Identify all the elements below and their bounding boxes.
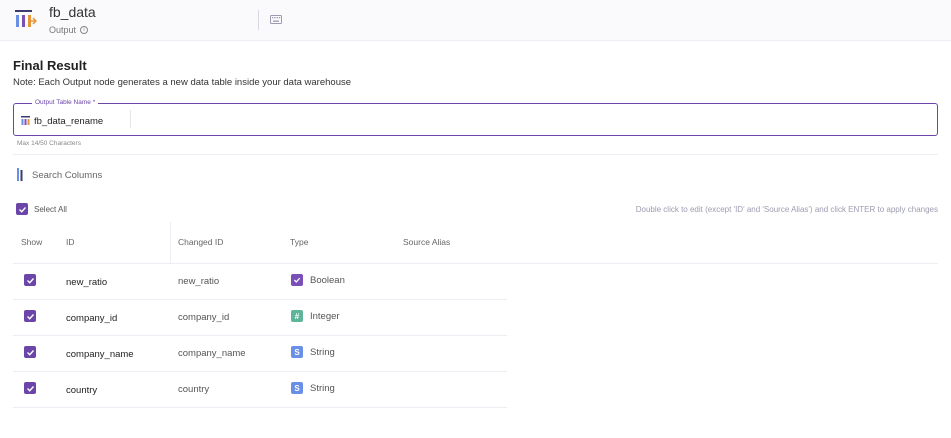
columns-icon <box>17 168 23 181</box>
integer-type-icon: # <box>291 310 303 322</box>
check-icon <box>26 385 34 392</box>
select-all-label: Select All <box>34 205 67 214</box>
output-node-icon <box>15 10 37 27</box>
column-header-changed-id: Changed ID <box>178 237 224 247</box>
cell-type[interactable]: String <box>310 383 335 394</box>
node-title[interactable]: fb_data <box>49 4 96 20</box>
column-header-type: Type <box>290 237 309 247</box>
table-row[interactable]: country country S String <box>13 372 507 408</box>
output-table-name-label: Output Table Name * <box>32 99 99 106</box>
node-type-text: Output <box>49 25 77 35</box>
cell-changed-id[interactable]: new_ratio <box>178 276 219 287</box>
character-count: Max 14/50 Characters <box>17 140 81 147</box>
cell-changed-id[interactable]: company_id <box>178 312 229 323</box>
select-all-checkbox[interactable] <box>16 203 28 215</box>
check-icon <box>26 349 34 356</box>
column-header-id: ID <box>66 237 75 247</box>
column-header-source-alias: Source Alias <box>403 237 451 247</box>
output-table-name-input[interactable] <box>34 114 124 128</box>
field-inner-divider <box>130 110 131 128</box>
cell-changed-id[interactable]: country <box>178 384 209 395</box>
keyboard-icon[interactable] <box>270 15 282 24</box>
check-icon <box>26 313 34 320</box>
boolean-type-icon <box>291 274 303 286</box>
node-type-label: Output i <box>49 25 89 35</box>
cell-id: new_ratio <box>66 277 108 288</box>
info-icon[interactable]: i <box>80 26 89 34</box>
string-type-icon: S <box>291 382 303 394</box>
table-row[interactable]: company_id company_id # Integer <box>13 300 507 336</box>
cell-type[interactable]: Boolean <box>310 275 345 286</box>
edit-hint: Double click to edit (except 'ID' and 'S… <box>635 205 938 214</box>
table-icon <box>21 116 30 125</box>
row-show-checkbox[interactable] <box>24 382 36 394</box>
header-divider <box>258 10 259 30</box>
search-columns-input[interactable] <box>32 168 232 182</box>
cell-id: company_id <box>66 313 118 324</box>
section-note: Note: Each Output node generates a new d… <box>13 77 352 88</box>
cell-type[interactable]: String <box>310 347 335 358</box>
string-type-icon: S <box>291 346 303 358</box>
section-title: Final Result <box>13 58 87 73</box>
table-row[interactable]: company_name company_name S String <box>13 336 507 372</box>
node-header: fb_data Output i <box>0 0 951 41</box>
column-separator <box>170 222 171 263</box>
output-table-name-field[interactable] <box>13 103 938 136</box>
table-row[interactable]: new_ratio new_ratio Boolean <box>13 264 507 300</box>
row-show-checkbox[interactable] <box>24 346 36 358</box>
cell-id: country <box>66 385 98 396</box>
row-show-checkbox[interactable] <box>24 274 36 286</box>
cell-changed-id[interactable]: company_name <box>178 348 246 359</box>
column-header-show: Show <box>21 237 43 247</box>
cell-id: company_name <box>66 349 134 360</box>
row-show-checkbox[interactable] <box>24 310 36 322</box>
check-icon <box>18 206 26 213</box>
check-icon <box>26 277 34 284</box>
cell-type[interactable]: Integer <box>310 311 340 322</box>
section-divider <box>13 154 938 155</box>
